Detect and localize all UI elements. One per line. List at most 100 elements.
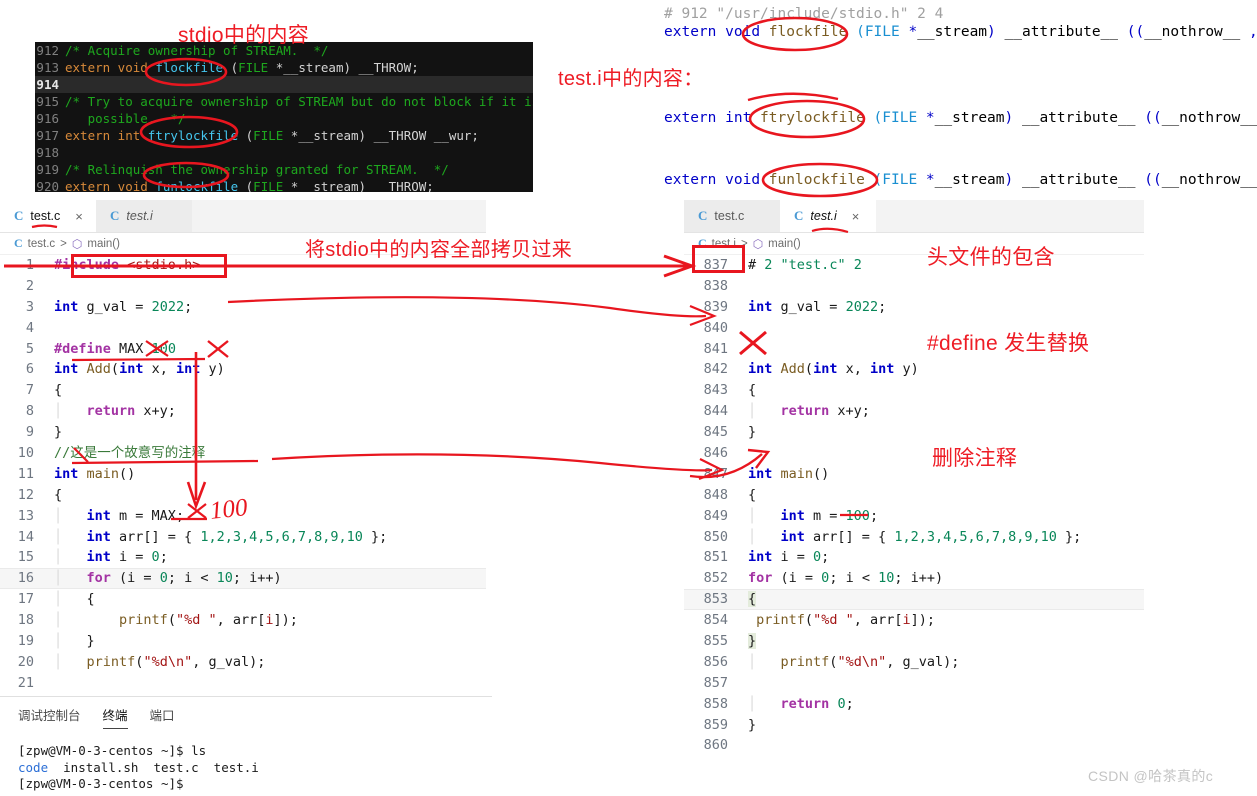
code-line[interactable]: 20 │ printf("%d\n", g_val); <box>0 652 486 673</box>
code-line[interactable]: 6 int Add(int x, int y) <box>0 359 486 380</box>
tab-test-i[interactable]: Ctest.i <box>96 200 192 232</box>
code-line[interactable]: 16 │ for (i = 0; i < 10; i++) <box>0 568 486 590</box>
line-content[interactable] <box>740 443 756 464</box>
code-line[interactable]: 856 │ printf("%d\n", g_val); <box>684 652 1144 673</box>
panel-tab-other[interactable]: 端口 <box>150 705 175 729</box>
line-content[interactable]: int g_val = 2022; <box>46 297 192 318</box>
terminal-output[interactable]: [zpw@VM-0-3-centos ~]$ ls code install.sh… <box>0 729 492 793</box>
right-breadcrumb[interactable]: Ctest.i > ⬡ main() <box>684 233 1144 255</box>
code-line[interactable]: 846 <box>684 443 1144 464</box>
line-content[interactable]: } <box>46 422 62 443</box>
code-line[interactable]: 21 <box>0 673 486 694</box>
line-content[interactable]: { <box>46 485 62 506</box>
code-line[interactable]: 847 int main() <box>684 464 1144 485</box>
tab-test-c[interactable]: Ctest.c <box>684 200 780 232</box>
line-content[interactable]: //这是一个故意写的注释 <box>46 443 205 464</box>
code-line[interactable]: 843 { <box>684 380 1144 401</box>
line-content[interactable]: { <box>740 380 756 401</box>
panel-tab-terminal[interactable]: 终端 <box>102 705 128 729</box>
code-line[interactable]: 842 int Add(int x, int y) <box>684 359 1144 380</box>
close-icon[interactable]: × <box>75 210 83 223</box>
annotation-testi-title: test.i中的内容： <box>558 68 704 90</box>
code-line[interactable]: 851 int i = 0; <box>684 547 1144 568</box>
code-line[interactable]: 850 │ int arr[] = { 1,2,3,4,5,6,7,8,9,10 … <box>684 527 1144 548</box>
line-content[interactable]: │ } <box>46 631 95 652</box>
code-line[interactable]: 17 │ { <box>0 589 486 610</box>
code-line[interactable]: 9} <box>0 422 486 443</box>
line-content[interactable]: int g_val = 2022; <box>740 297 886 318</box>
code-line[interactable]: 854 printf("%d ", arr[i]); <box>684 610 1144 631</box>
code-line[interactable]: 5 #define MAX 100 <box>0 339 486 360</box>
code-line[interactable]: 11 int main() <box>0 464 486 485</box>
line-content[interactable]: │ int arr[] = { 1,2,3,4,5,6,7,8,9,10 }; <box>740 527 1081 548</box>
line-content[interactable]: #define MAX 100 <box>46 339 176 360</box>
line-content[interactable]: printf("%d ", arr[i]); <box>740 610 935 631</box>
left-code-editor[interactable]: 1 #include <stdio.h> 2 3 int g_val = 2022; 4… <box>0 255 486 694</box>
line-content[interactable]: │ return x+y; <box>46 401 176 422</box>
line-content[interactable]: │ int i = 0; <box>46 547 168 568</box>
code-line[interactable]: 853 { <box>684 589 1144 611</box>
breadcrumb-symbol[interactable]: main() <box>87 238 120 250</box>
close-icon[interactable]: × <box>852 210 860 223</box>
code-line[interactable]: 839 int g_val = 2022; <box>684 297 1144 318</box>
code-line[interactable]: 837 # 2 "test.c" 2 <box>684 255 1144 276</box>
line-content[interactable]: │ printf("%d\n", g_val); <box>46 652 265 673</box>
line-content[interactable]: │ return 0; <box>740 694 854 715</box>
line-content[interactable] <box>740 276 756 297</box>
line-content[interactable]: │ int m = MAX; <box>46 506 184 527</box>
code-line[interactable]: 860 <box>684 735 1144 756</box>
line-content[interactable]: { <box>740 485 756 506</box>
breadcrumb-file[interactable]: test.c <box>28 238 55 250</box>
code-line[interactable]: 15 │ int i = 0; <box>0 547 486 568</box>
code-line[interactable]: 849 │ int m = 100; <box>684 506 1144 527</box>
line-content[interactable]: │ int arr[] = { 1,2,3,4,5,6,7,8,9,10 }; <box>46 527 387 548</box>
line-content[interactable]: int Add(int x, int y) <box>740 359 919 380</box>
line-content[interactable]: { <box>46 380 62 401</box>
line-content[interactable]: int main() <box>740 464 829 485</box>
line-content[interactable]: │ return x+y; <box>740 401 870 422</box>
panel-tab-other[interactable]: 调试控制台 <box>18 705 81 729</box>
line-content[interactable]: } <box>740 422 756 443</box>
line-content[interactable]: │ int m = 100; <box>740 506 878 527</box>
line-content[interactable] <box>46 276 62 297</box>
line-content[interactable]: } <box>740 631 757 652</box>
line-content[interactable] <box>740 735 756 756</box>
code-line[interactable]: 14 │ int arr[] = { 1,2,3,4,5,6,7,8,9,10 }… <box>0 527 486 548</box>
line-content[interactable]: │ printf("%d ", arr[i]); <box>46 610 298 631</box>
line-content[interactable]: # 2 "test.c" 2 <box>740 255 862 276</box>
code-line[interactable]: 858 │ return 0; <box>684 694 1144 715</box>
code-line[interactable]: 8 │ return x+y; <box>0 401 486 422</box>
code-line[interactable]: 845} <box>684 422 1144 443</box>
line-content[interactable] <box>740 339 756 360</box>
code-line[interactable]: 852 for (i = 0; i < 10; i++) <box>684 568 1144 589</box>
line-content[interactable]: } <box>740 715 756 736</box>
code-line[interactable]: 838 <box>684 276 1144 297</box>
line-content[interactable] <box>740 673 756 694</box>
code-line[interactable]: 848 { <box>684 485 1144 506</box>
line-content[interactable]: int i = 0; <box>740 547 829 568</box>
code-line[interactable]: 855} <box>684 631 1144 652</box>
code-line[interactable]: 844 │ return x+y; <box>684 401 1144 422</box>
line-content[interactable]: { <box>740 589 757 610</box>
code-line[interactable]: 18 │ printf("%d ", arr[i]); <box>0 610 486 631</box>
breadcrumb-symbol[interactable]: main() <box>768 238 801 250</box>
line-content[interactable]: for (i = 0; i < 10; i++) <box>740 568 943 589</box>
line-content[interactable]: int main() <box>46 464 135 485</box>
code-line[interactable]: 857 <box>684 673 1144 694</box>
code-line[interactable]: 859} <box>684 715 1144 736</box>
code-line[interactable]: 19 │ } <box>0 631 486 652</box>
line-content[interactable] <box>46 318 62 339</box>
code-line[interactable]: 7{ <box>0 380 486 401</box>
line-content[interactable] <box>46 673 62 694</box>
tab-test-i[interactable]: Ctest.i × <box>780 200 876 232</box>
code-line[interactable]: 10 //这是一个故意写的注释 <box>0 443 486 464</box>
code-line[interactable]: 2 <box>0 276 486 297</box>
code-line[interactable]: 4 <box>0 318 486 339</box>
line-content[interactable]: int Add(int x, int y) <box>46 359 225 380</box>
line-content[interactable]: │ for (i = 0; i < 10; i++) <box>46 568 282 589</box>
line-content[interactable] <box>740 318 756 339</box>
tab-test-c[interactable]: Ctest.c × <box>0 200 96 232</box>
line-content[interactable]: │ printf("%d\n", g_val); <box>740 652 959 673</box>
line-content[interactable]: │ { <box>46 589 95 610</box>
code-line[interactable]: 3 int g_val = 2022; <box>0 297 486 318</box>
